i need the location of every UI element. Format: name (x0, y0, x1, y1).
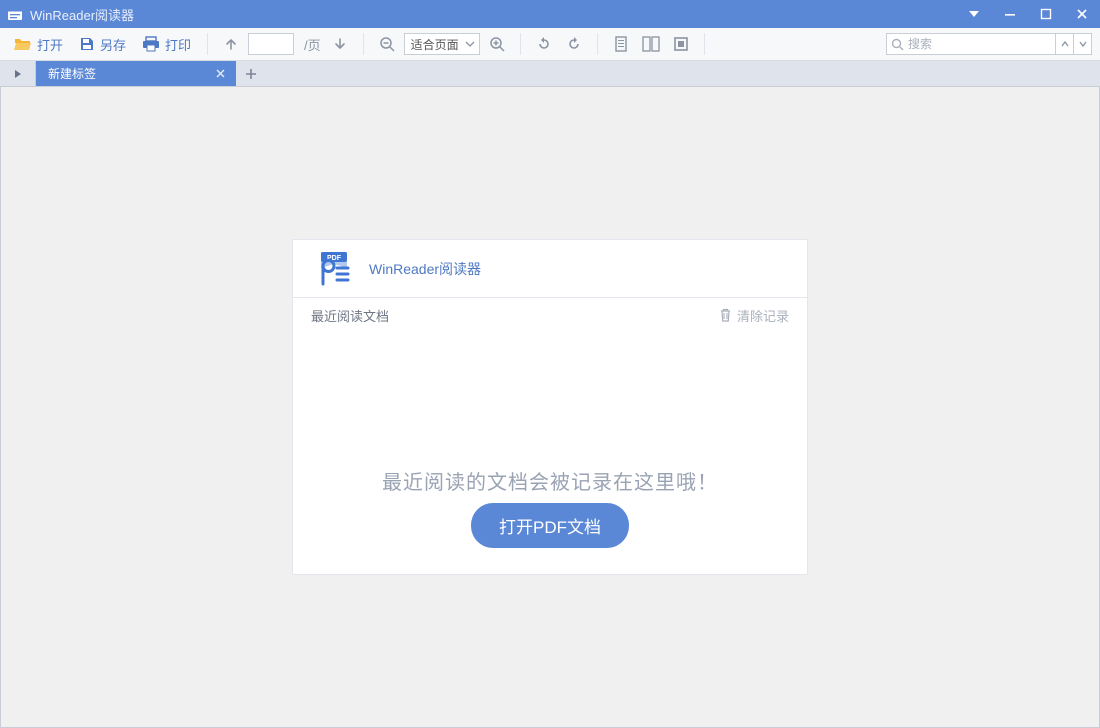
search-icon (891, 38, 904, 51)
next-page-button[interactable] (327, 31, 353, 57)
trash-icon (719, 308, 732, 322)
welcome-header: PDF WinReader阅读器 (293, 240, 807, 298)
rotate-left-button[interactable] (531, 31, 557, 57)
save-icon (79, 36, 95, 52)
save-as-label: 另存 (100, 35, 126, 54)
page-total-label: /页 (298, 35, 323, 54)
search-input[interactable] (908, 37, 1051, 51)
separator (597, 33, 598, 55)
dropdown-icon[interactable] (956, 0, 992, 28)
open-pdf-button[interactable]: 打开PDF文档 (471, 503, 629, 548)
open-label: 打开 (37, 35, 63, 54)
minimize-button[interactable] (992, 0, 1028, 28)
separator (363, 33, 364, 55)
search-prev-button[interactable] (1056, 33, 1074, 55)
prev-page-button[interactable] (218, 31, 244, 57)
separator (520, 33, 521, 55)
toolbar: 打开 另存 打印 /页 适合页面 (0, 28, 1100, 61)
app-icon (6, 5, 24, 23)
content-area: PDF WinReader阅读器 最近阅读文档 清除记录 最近阅读的文档会被记录… (0, 87, 1100, 728)
separator (207, 33, 208, 55)
fullscreen-button[interactable] (668, 31, 694, 57)
folder-open-icon (14, 36, 32, 52)
pdf-icon: PDF (315, 252, 355, 286)
single-page-view-button[interactable] (608, 31, 634, 57)
tab-strip: 新建标签 (0, 61, 1100, 87)
page-number-input[interactable] (248, 33, 294, 55)
rotate-right-button[interactable] (561, 31, 587, 57)
zoom-select-label: 适合页面 (411, 36, 459, 53)
open-button[interactable]: 打开 (8, 31, 69, 57)
two-page-view-button[interactable] (638, 31, 664, 57)
print-label: 打印 (165, 35, 191, 54)
clear-history-label: 清除记录 (737, 306, 789, 325)
save-as-button[interactable]: 另存 (73, 31, 132, 57)
recent-header: 最近阅读文档 清除记录 (293, 298, 807, 332)
zoom-select[interactable]: 适合页面 (404, 33, 480, 55)
search-box[interactable] (886, 33, 1056, 55)
empty-recent-hint: 最近阅读的文档会被记录在这里哦！ (293, 466, 807, 495)
clear-history-button[interactable]: 清除记录 (719, 306, 789, 325)
zoom-in-button[interactable] (484, 31, 510, 57)
recent-label: 最近阅读文档 (311, 306, 389, 325)
recent-body: 最近阅读的文档会被记录在这里哦！ 打开PDF文档 (293, 332, 807, 574)
chevron-down-icon (465, 39, 475, 49)
new-tab-button[interactable] (236, 61, 266, 86)
close-button[interactable] (1064, 0, 1100, 28)
sidebar-toggle-button[interactable] (0, 61, 36, 86)
search-next-button[interactable] (1074, 33, 1092, 55)
print-button[interactable]: 打印 (136, 31, 197, 57)
tab-new[interactable]: 新建标签 (36, 61, 236, 86)
titlebar: WinReader阅读器 (0, 0, 1100, 28)
maximize-button[interactable] (1028, 0, 1064, 28)
app-title: WinReader阅读器 (30, 5, 134, 24)
tab-close-button[interactable] (212, 66, 228, 82)
welcome-card: PDF WinReader阅读器 最近阅读文档 清除记录 最近阅读的文档会被记录… (292, 239, 808, 575)
separator (704, 33, 705, 55)
product-name: WinReader阅读器 (369, 259, 481, 279)
print-icon (142, 36, 160, 52)
tab-label: 新建标签 (48, 65, 96, 82)
zoom-out-button[interactable] (374, 31, 400, 57)
